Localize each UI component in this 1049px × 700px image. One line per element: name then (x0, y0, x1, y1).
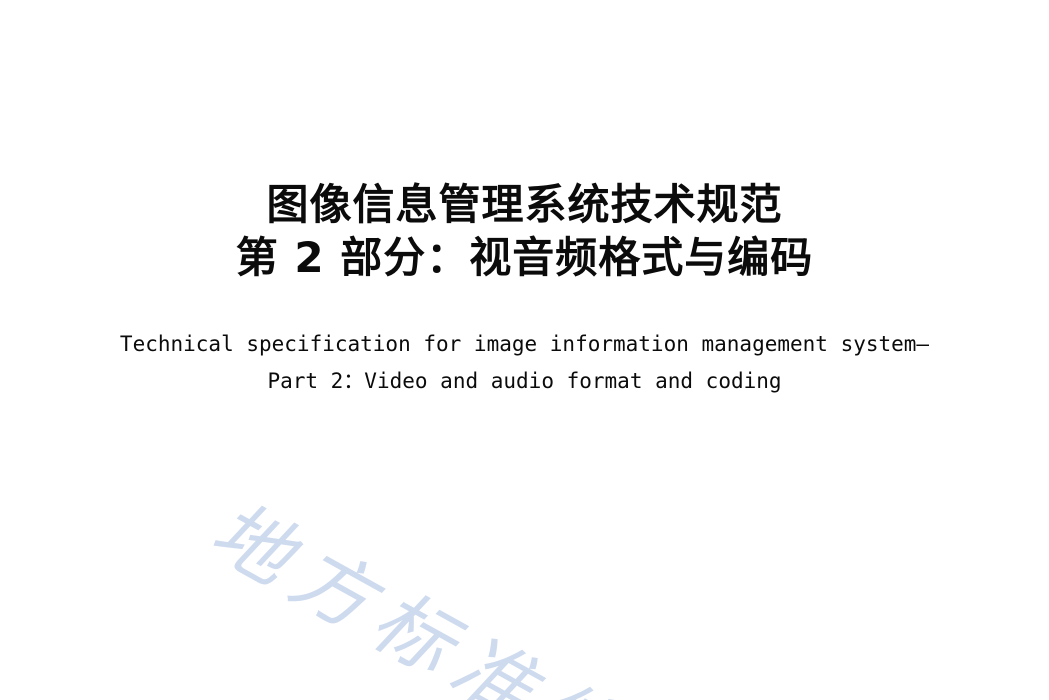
subtitle-line-1: Technical specification for image inform… (119, 332, 930, 356)
document-title: 图像信息管理系统技术规范 第 2 部分：视音频格式与编码 (0, 178, 1049, 284)
subtitle-line-2: Part 2：Video and audio format and coding (267, 369, 782, 393)
title-line-1: 图像信息管理系统技术规范 (266, 180, 783, 229)
document-page: 地方标准信息服务 图像信息管理系统技术规范 第 2 部分：视音频格式与编码 Te… (0, 0, 1049, 700)
page-content: 图像信息管理系统技术规范 第 2 部分：视音频格式与编码 Technical s… (0, 0, 1049, 700)
document-subtitle: Technical specification for image inform… (0, 326, 1049, 400)
title-line-2: 第 2 部分：视音频格式与编码 (235, 233, 814, 282)
